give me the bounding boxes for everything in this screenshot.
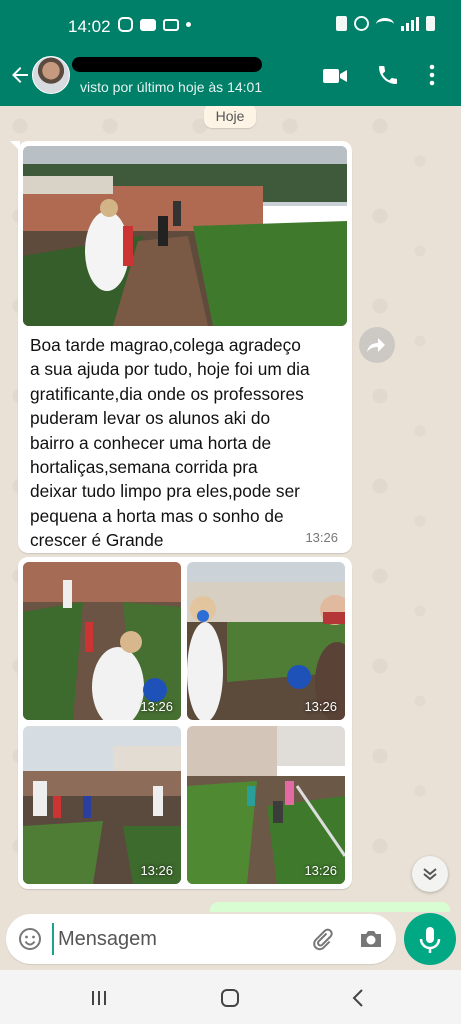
message-caption: Boa tarde magrao,colega agradeço a sua a… [30, 335, 310, 551]
microphone-icon [419, 927, 441, 953]
message-composer [6, 914, 396, 964]
forward-button[interactable] [359, 327, 395, 363]
status-time: 14:02 [68, 17, 111, 36]
voice-call-icon[interactable] [376, 63, 400, 87]
photo-time: 13:26 [140, 699, 173, 714]
instagram-icon [118, 17, 133, 32]
wifi-icon [376, 18, 394, 31]
scroll-to-bottom-button[interactable] [412, 856, 448, 892]
attach-icon[interactable] [310, 927, 334, 951]
signal-icon [401, 17, 419, 31]
gallery-icon [163, 18, 179, 31]
status-notification-icons [118, 17, 191, 32]
garden-photo[interactable] [23, 146, 347, 326]
chat-header: visto por último hoje às 14:01 [0, 54, 461, 106]
battery-saver-icon [336, 16, 347, 31]
album-photo-3[interactable]: 13:26 [23, 726, 181, 884]
outgoing-message-partial[interactable] [210, 902, 450, 912]
contact-avatar[interactable] [32, 56, 70, 94]
chat-area[interactable]: Hoje Boa tarde magrao,colega agradeço a [0, 106, 461, 914]
system-navigation-bar [0, 970, 461, 1024]
contact-name-redacted[interactable] [72, 57, 262, 72]
photo-time: 13:26 [304, 863, 337, 878]
back-icon[interactable] [350, 987, 366, 1009]
incoming-photo-album[interactable]: 13:26 13:26 13:26 13:26 [18, 557, 352, 889]
battery-icon [426, 16, 435, 31]
date-chip: Hoje [204, 106, 256, 128]
message-time: 13:26 [305, 530, 338, 545]
camera-icon[interactable] [358, 927, 384, 951]
album-photo-2[interactable]: 13:26 [187, 562, 345, 720]
status-bar: 14:02 [0, 0, 461, 54]
last-seen-status: visto por último hoje às 14:01 [80, 79, 263, 95]
more-notifications-dot-icon [186, 22, 191, 27]
chevron-double-down-icon [423, 868, 437, 881]
more-options-icon[interactable] [428, 64, 436, 86]
album-photo-4[interactable]: 13:26 [187, 726, 345, 884]
video-call-icon[interactable] [322, 66, 348, 86]
forward-icon [367, 338, 385, 352]
status-system-icons [336, 16, 435, 31]
alarm-icon [354, 16, 369, 31]
emoji-icon[interactable] [18, 927, 42, 951]
photo-time: 13:26 [304, 699, 337, 714]
incoming-photo-message[interactable]: Boa tarde magrao,colega agradeço a sua a… [10, 141, 352, 553]
recent-apps-icon[interactable] [90, 989, 108, 1007]
photo-time: 13:26 [140, 863, 173, 878]
back-arrow-icon[interactable] [8, 63, 32, 87]
folder-icon [140, 18, 156, 31]
home-icon[interactable] [219, 987, 241, 1009]
message-input[interactable] [52, 923, 292, 955]
voice-record-button[interactable] [404, 913, 456, 965]
album-photo-1[interactable]: 13:26 [23, 562, 181, 720]
